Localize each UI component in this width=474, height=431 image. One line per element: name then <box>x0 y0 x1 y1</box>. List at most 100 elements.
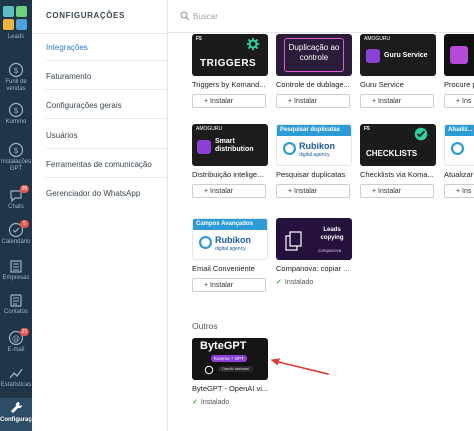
rail-leads[interactable]: Leads <box>0 34 32 41</box>
dollar-circle-icon: $ <box>8 142 24 158</box>
calendario-badge: 5 <box>20 220 29 228</box>
rail-empresas[interactable]: Empresas <box>0 258 32 282</box>
rail-estatisticas-label: Estatísticas <box>0 382 32 388</box>
building-icon <box>10 260 22 273</box>
card-name: Pesquisar duplicatas <box>276 170 346 179</box>
rail-kommo-label: Kommo <box>5 119 27 125</box>
search-icon <box>180 11 190 21</box>
install-button[interactable]: + Instalar <box>276 184 350 198</box>
left-rail: Leads $ Funil de vendas $ Kommo $ Instal… <box>0 0 42 431</box>
thumb-tag: F5 <box>364 126 370 132</box>
card-thumbnail: Leads copying companova <box>276 218 352 260</box>
thumb-tag: F5 <box>196 36 202 42</box>
rail-empresas-label: Empresas <box>2 275 30 281</box>
thumb-pill: Kommo + GPT <box>211 355 247 362</box>
rail-email[interactable]: @ 21 E-mail <box>0 328 32 354</box>
thumb-text: Rubikon <box>299 141 335 151</box>
check-icon: ✓ <box>192 399 198 406</box>
installed-status: ✓ Instalado <box>276 278 313 286</box>
nav-item-whatsapp[interactable]: Gerenciador do WhatsApp <box>46 189 140 198</box>
thumb-banner: Campos Avançados <box>196 221 253 227</box>
install-button[interactable]: + Instalar <box>276 94 350 108</box>
app-logo-icon[interactable] <box>1 4 29 32</box>
rail-kommo[interactable]: $ Kommo <box>0 102 32 126</box>
nav-divider <box>32 33 168 34</box>
svg-text:$: $ <box>13 66 18 75</box>
nav-item-faturamento[interactable]: Faturamento <box>46 72 91 81</box>
install-button[interactable]: + Instalar <box>192 184 266 198</box>
rail-contatos-label: Contatos <box>3 309 28 315</box>
section-title-outros: Outros <box>192 321 218 331</box>
rubikon-logo-icon <box>199 236 212 249</box>
nav-item-ferramentas[interactable]: Ferramentas de comunicação <box>46 160 152 169</box>
nav-rule <box>46 177 168 178</box>
installed-status: ✓ Instalado <box>192 398 229 406</box>
settings-nav: CONFIGURAÇÕES Integrações Faturamento Co… <box>32 0 168 431</box>
rail-funil-label: Funil de vendas <box>5 79 27 92</box>
rail-estatisticas[interactable]: Estatísticas <box>0 365 32 389</box>
rail-configuracoes[interactable]: Configurações <box>0 398 42 431</box>
card-thumbnail: AMOGURU Smart distribution <box>192 124 268 166</box>
nav-item-integracoes[interactable]: Integrações <box>46 43 88 52</box>
card-name: Controle de dublage... <box>276 80 350 89</box>
svg-text:$: $ <box>13 146 18 155</box>
thumb-banner: Pesquisar duplicatas <box>280 127 341 133</box>
thumb-shape <box>450 46 468 64</box>
chats-badge: 99 <box>20 185 29 193</box>
card-thumbnail: AMOGURU Guru Service <box>360 34 436 76</box>
card-name: Distribuição intelige... <box>192 170 264 179</box>
thumb-text: CHECKLISTS <box>366 149 418 158</box>
dollar-icon: $ <box>8 62 24 78</box>
nav-item-configuracoes-gerais[interactable]: Configurações gerais <box>46 101 122 110</box>
card-thumbnail: F5 CHECKLISTS <box>360 124 436 166</box>
rail-contatos[interactable]: Contatos <box>0 292 32 316</box>
svg-text:$: $ <box>13 106 18 115</box>
rail-chats[interactable]: 99 Chats <box>0 185 32 211</box>
card-name: Procure p... <box>444 80 474 89</box>
integrations-area: F5 TRIGGERS Triggers by Komand... + Inst… <box>168 34 474 431</box>
guru-service-logo <box>366 49 380 63</box>
card-thumbnail: Atualiz... <box>444 124 474 166</box>
rail-instalacoes[interactable]: $ Instalações GPT <box>0 142 32 173</box>
thumb-title: ByteGPT <box>200 340 247 352</box>
thumb-text: Guru Service <box>384 52 428 59</box>
install-button[interactable]: + Ins <box>444 184 474 198</box>
rail-email-label: E-mail <box>7 347 25 353</box>
card-thumbnail: Duplicação ao controle <box>276 34 352 76</box>
svg-text:@: @ <box>12 334 20 343</box>
card-thumbnail: Campos Avançados Rubikon digital agency <box>192 218 268 260</box>
email-badge: 21 <box>20 328 29 336</box>
thumb-small: OpenAI assistant <box>218 366 253 372</box>
install-button[interactable]: + Instalar <box>360 184 434 198</box>
nav-rule <box>46 60 168 61</box>
install-button[interactable]: + Instalar <box>192 278 266 292</box>
check-icon: ✓ <box>276 279 282 286</box>
installed-label: Instalado <box>200 399 230 406</box>
install-button[interactable]: + Instalar <box>360 94 434 108</box>
stats-icon <box>9 368 23 379</box>
install-button[interactable]: + Ins <box>444 94 474 108</box>
rubikon-logo-icon <box>451 142 464 155</box>
openai-logo-icon <box>204 365 214 375</box>
install-button[interactable]: + Instalar <box>192 94 266 108</box>
red-arrow-icon <box>270 358 329 375</box>
nav-rule <box>46 118 168 119</box>
nav-item-usuarios[interactable]: Usuários <box>46 131 78 140</box>
thumb-text: TRIGGERS <box>200 58 257 69</box>
gear-icon <box>246 37 260 51</box>
nav-title: CONFIGURAÇÕES <box>46 11 125 20</box>
card-thumbnail: F5 TRIGGERS <box>192 34 268 76</box>
thumb-tag: AMOGURU <box>196 126 223 132</box>
thumb-text: Duplicação ao controle <box>288 43 340 62</box>
wrench-icon <box>11 401 23 413</box>
search-bar <box>168 0 474 33</box>
rail-funil[interactable]: $ Funil de vendas <box>0 62 32 93</box>
rail-calendario[interactable]: 5 Calendário <box>0 220 32 246</box>
card-name: Checklists via Koma... <box>360 170 434 179</box>
copy-docs-icon <box>285 231 302 251</box>
card-name: Atualizar ... <box>444 170 474 179</box>
rail-leads-label: Leads <box>7 34 25 40</box>
rubikon-logo-icon <box>283 142 296 155</box>
thumb-text: Rubikon <box>215 235 251 245</box>
search-input[interactable] <box>193 9 453 23</box>
